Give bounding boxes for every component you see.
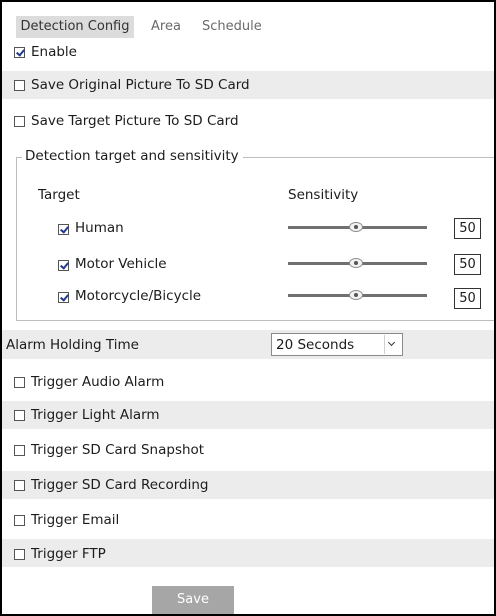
alarm-holding-label: Alarm Holding Time [6, 337, 139, 353]
motor-vehicle-sensitivity-value[interactable]: 50 [454, 254, 481, 275]
trigger-ftp-label: Trigger FTP [31, 546, 106, 562]
save-original-checkbox[interactable] [14, 80, 25, 91]
motorcycle-bicycle-label: Motorcycle/Bicycle [75, 288, 202, 304]
trigger-snapshot-row: Trigger SD Card Snapshot [2, 436, 494, 464]
dropdown-button[interactable] [384, 335, 401, 354]
trigger-audio-label: Trigger Audio Alarm [31, 374, 165, 390]
trigger-ftp-checkbox[interactable] [14, 549, 25, 560]
enable-row: Enable [2, 38, 494, 66]
trigger-ftp-row: Trigger FTP [2, 539, 494, 567]
trigger-snapshot-checkbox[interactable] [14, 445, 25, 456]
enable-checkbox[interactable] [14, 47, 25, 58]
trigger-snapshot-label: Trigger SD Card Snapshot [31, 442, 205, 458]
motor-vehicle-label: Motor Vehicle [75, 256, 167, 272]
tab-area[interactable]: Area [151, 16, 181, 38]
motor-vehicle-checkbox[interactable] [58, 260, 69, 271]
chevron-down-icon [387, 338, 396, 347]
trigger-recording-row: Trigger SD Card Recording [2, 471, 494, 499]
motorcycle-bicycle-checkbox[interactable] [58, 292, 69, 303]
alarm-holding-select[interactable]: 20 Seconds [271, 333, 403, 356]
human-label: Human [75, 220, 124, 236]
human-slider-handle[interactable] [349, 222, 363, 232]
alarm-holding-value: 20 Seconds [276, 337, 355, 353]
tab-bar: Detection Config Area Schedule [2, 2, 494, 38]
save-target-label: Save Target Picture To SD Card [31, 113, 239, 129]
alarm-holding-row: Alarm Holding Time [2, 330, 494, 359]
motor-vehicle-slider-handle[interactable] [349, 258, 363, 268]
tab-schedule[interactable]: Schedule [202, 16, 262, 38]
trigger-light-checkbox[interactable] [14, 410, 25, 421]
save-button[interactable]: Save [152, 586, 234, 614]
trigger-audio-row: Trigger Audio Alarm [2, 368, 494, 396]
motorcycle-bicycle-slider-handle[interactable] [349, 290, 363, 300]
trigger-audio-checkbox[interactable] [14, 377, 25, 388]
sensitivity-column-header: Sensitivity [288, 187, 359, 203]
motorcycle-bicycle-sensitivity-value[interactable]: 50 [454, 288, 481, 309]
trigger-email-row: Trigger Email [2, 506, 494, 534]
save-original-row: Save Original Picture To SD Card [2, 71, 494, 99]
trigger-recording-label: Trigger SD Card Recording [31, 477, 209, 493]
save-target-checkbox[interactable] [14, 116, 25, 127]
trigger-email-checkbox[interactable] [14, 515, 25, 526]
human-checkbox[interactable] [58, 224, 69, 235]
trigger-light-label: Trigger Light Alarm [31, 407, 160, 423]
detection-config-panel: Detection Config Area Schedule Enable Sa… [0, 0, 496, 616]
target-column-header: Target [38, 187, 80, 203]
save-original-label: Save Original Picture To SD Card [31, 77, 250, 93]
trigger-recording-checkbox[interactable] [14, 480, 25, 491]
human-sensitivity-value[interactable]: 50 [454, 218, 481, 239]
tab-detection-config[interactable]: Detection Config [16, 16, 134, 38]
trigger-light-row: Trigger Light Alarm [2, 401, 494, 429]
detection-group-legend: Detection target and sensitivity [22, 148, 243, 164]
enable-label: Enable [31, 44, 77, 60]
save-target-row: Save Target Picture To SD Card [2, 104, 494, 132]
trigger-email-label: Trigger Email [31, 512, 120, 528]
